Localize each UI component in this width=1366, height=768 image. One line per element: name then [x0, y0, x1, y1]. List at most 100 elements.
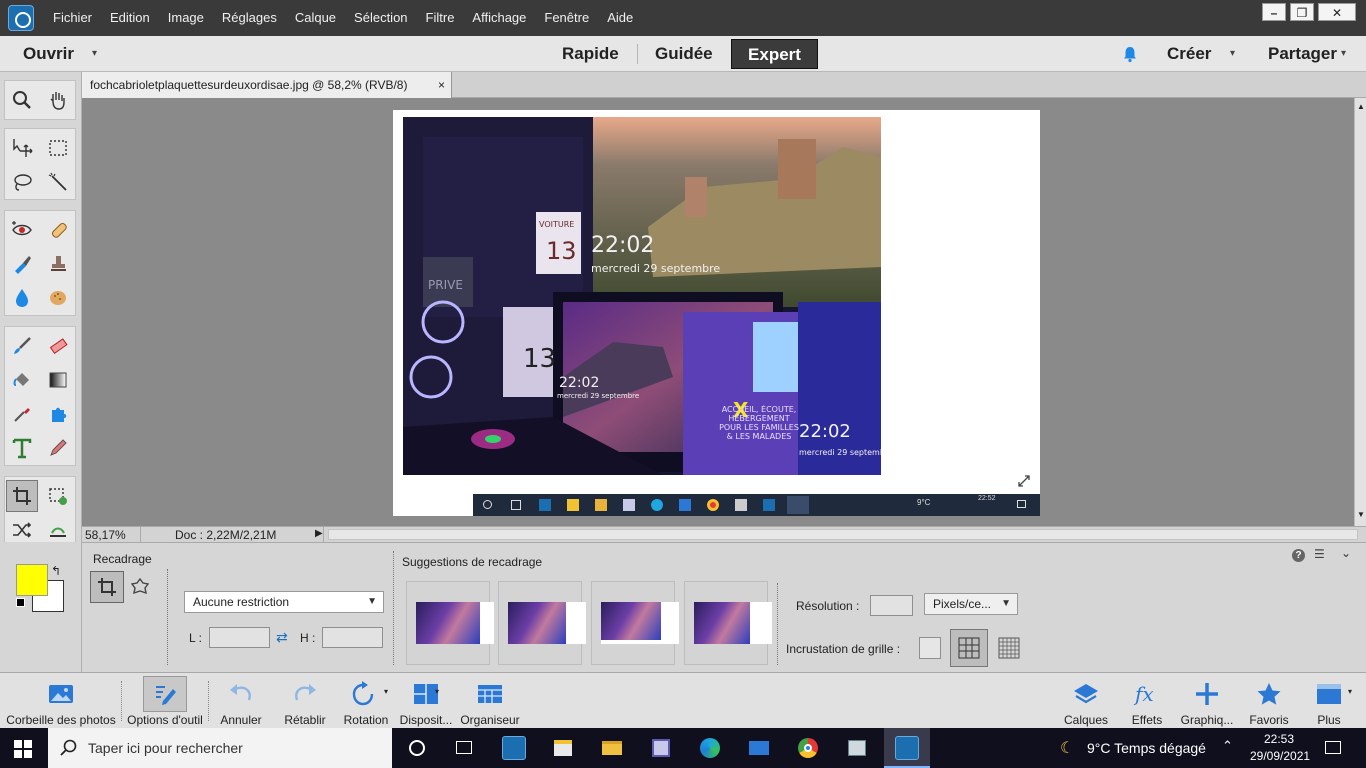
crop-suggestion-2[interactable]	[498, 581, 586, 665]
edge-browser-icon[interactable]	[698, 736, 722, 760]
open-button[interactable]: Ouvrir	[23, 36, 74, 72]
photo-bin-button[interactable]: Corbeille des photos	[4, 673, 118, 729]
mode-rapide[interactable]: Rapide	[562, 36, 619, 72]
menu-filtre[interactable]: Filtre	[417, 0, 464, 36]
menu-aide[interactable]: Aide	[598, 0, 642, 36]
vertical-scrollbar[interactable]: ▲ ▼	[1354, 98, 1366, 526]
task-view-icon[interactable]	[452, 736, 476, 760]
paint-bucket-tool[interactable]	[6, 364, 38, 396]
lasso-tool[interactable]	[6, 166, 38, 198]
more-dropdown-icon[interactable]: ▾	[1348, 687, 1352, 696]
file-explorer-icon[interactable]	[600, 736, 624, 760]
menu-edition[interactable]: Edition	[101, 0, 159, 36]
mail-icon[interactable]	[747, 736, 771, 760]
crop-suggestion-3[interactable]	[591, 581, 679, 665]
layout-dropdown-icon[interactable]: ▾	[435, 687, 439, 696]
tool-options-button[interactable]: Options d'outil	[121, 673, 209, 729]
layout-button[interactable]: ▾ Disposit...	[398, 673, 454, 729]
brush-tool[interactable]	[6, 330, 38, 362]
healing-brush-tool[interactable]	[42, 214, 74, 246]
menu-fenetre[interactable]: Fenêtre	[535, 0, 598, 36]
favorites-button[interactable]: Favoris	[1242, 673, 1296, 729]
create-dropdown-icon[interactable]: ▾	[1230, 36, 1235, 72]
undo-button[interactable]: Annuler	[212, 673, 270, 729]
restore-button[interactable]: ❐	[1290, 3, 1314, 21]
create-button[interactable]: Créer	[1167, 36, 1211, 72]
close-window-button[interactable]: ✕	[1318, 3, 1356, 21]
photo-image[interactable]: 22:02 mercredi 29 septembre 22:02 mercre…	[403, 117, 881, 475]
zoom-level[interactable]: 58,17%	[85, 527, 126, 543]
default-colors-icon[interactable]	[16, 598, 25, 607]
menu-affichage[interactable]: Affichage	[463, 0, 535, 36]
perspective-crop-button[interactable]	[128, 575, 152, 599]
help-icon[interactable]: ?	[1292, 549, 1305, 562]
swap-colors-icon[interactable]: ↰	[51, 564, 61, 578]
crop-tool[interactable]	[6, 480, 38, 512]
height-field[interactable]	[322, 627, 383, 648]
document-canvas[interactable]: 22:02 mercredi 29 septembre 22:02 mercre…	[393, 110, 1040, 516]
effects-button[interactable]: fx Effets	[1120, 673, 1174, 729]
doc-info[interactable]: Doc : 2,22M/2,21M	[140, 527, 324, 543]
windows-clock-date[interactable]: 29/09/2021	[1250, 749, 1310, 763]
collapse-panel-icon[interactable]: ⌄	[1341, 546, 1351, 560]
mode-guidee[interactable]: Guidée	[655, 36, 713, 72]
chrome-icon[interactable]	[796, 736, 820, 760]
action-center-icon[interactable]	[1325, 741, 1341, 754]
move-tool[interactable]	[6, 132, 38, 164]
eraser-tool[interactable]	[42, 330, 74, 362]
printer-app-icon[interactable]	[845, 736, 869, 760]
minimize-button[interactable]: –	[1262, 3, 1286, 21]
resolution-unit-select[interactable]: Pixels/ce... ▼	[924, 593, 1018, 615]
pencil-tool[interactable]	[42, 432, 74, 464]
menu-selection[interactable]: Sélection	[345, 0, 416, 36]
blur-tool[interactable]	[6, 282, 38, 314]
mode-expert[interactable]: Expert	[731, 39, 818, 69]
menu-reglages[interactable]: Réglages	[213, 0, 286, 36]
share-dropdown-icon[interactable]: ▾	[1341, 36, 1346, 72]
rect-marquee-tool[interactable]	[42, 132, 74, 164]
smart-brush-tool[interactable]	[6, 248, 38, 280]
doc-info-arrow-icon[interactable]: ▶	[315, 528, 323, 539]
cortana-icon[interactable]	[405, 736, 429, 760]
crop-mode-button[interactable]	[90, 571, 124, 603]
rotate-dropdown-icon[interactable]: ▾	[384, 687, 388, 696]
scroll-up-icon[interactable]: ▲	[1357, 102, 1365, 111]
quick-selection-tool[interactable]	[42, 166, 74, 198]
hand-tool[interactable]	[42, 84, 74, 116]
sponge-tool[interactable]	[42, 282, 74, 314]
graphics-button[interactable]: Graphiq...	[1178, 673, 1236, 729]
text-tool[interactable]	[6, 432, 38, 464]
red-eye-tool[interactable]	[6, 214, 38, 246]
resize-handle-icon[interactable]	[1017, 474, 1031, 488]
crop-suggestion-4[interactable]	[684, 581, 772, 665]
windows-weather[interactable]: 9°C Temps dégagé	[1087, 740, 1206, 756]
width-field[interactable]	[209, 627, 270, 648]
foreground-color-swatch[interactable]	[16, 564, 48, 596]
menu-image[interactable]: Image	[159, 0, 213, 36]
swap-dimensions-icon[interactable]: ⇄	[276, 629, 288, 646]
grid-fine-button[interactable]	[990, 629, 1028, 667]
active-app-tile[interactable]	[884, 728, 930, 768]
close-tab-icon[interactable]: ×	[438, 72, 445, 98]
resolution-field[interactable]	[870, 595, 913, 616]
organizer-button[interactable]: Organiseur	[458, 673, 522, 729]
restriction-select[interactable]: Aucune restriction ▼	[184, 591, 384, 613]
zoom-tool[interactable]	[6, 84, 38, 116]
open-dropdown-icon[interactable]: ▾	[92, 36, 97, 72]
menu-fichier[interactable]: Fichier	[44, 0, 101, 36]
gradient-tool[interactable]	[42, 364, 74, 396]
scroll-down-icon[interactable]: ▼	[1357, 510, 1365, 519]
windows-search-box[interactable]: Taper ici pour rechercher	[48, 728, 392, 768]
clone-stamp-tool[interactable]	[42, 248, 74, 280]
crop-suggestion-1[interactable]	[406, 581, 494, 665]
share-button[interactable]: Partager	[1268, 36, 1337, 72]
tray-chevron-icon[interactable]: ⌃	[1222, 738, 1233, 754]
recompose-tool[interactable]	[42, 480, 74, 512]
options-menu-icon[interactable]: ☰	[1314, 547, 1325, 561]
windows-clock-time[interactable]: 22:53	[1264, 732, 1294, 746]
grid-thirds-button[interactable]	[950, 629, 988, 667]
elements-app-icon[interactable]	[502, 736, 526, 760]
eyedropper-tool[interactable]	[6, 398, 38, 430]
grid-none-button[interactable]	[919, 637, 941, 659]
windows-start-icon[interactable]	[14, 740, 32, 758]
